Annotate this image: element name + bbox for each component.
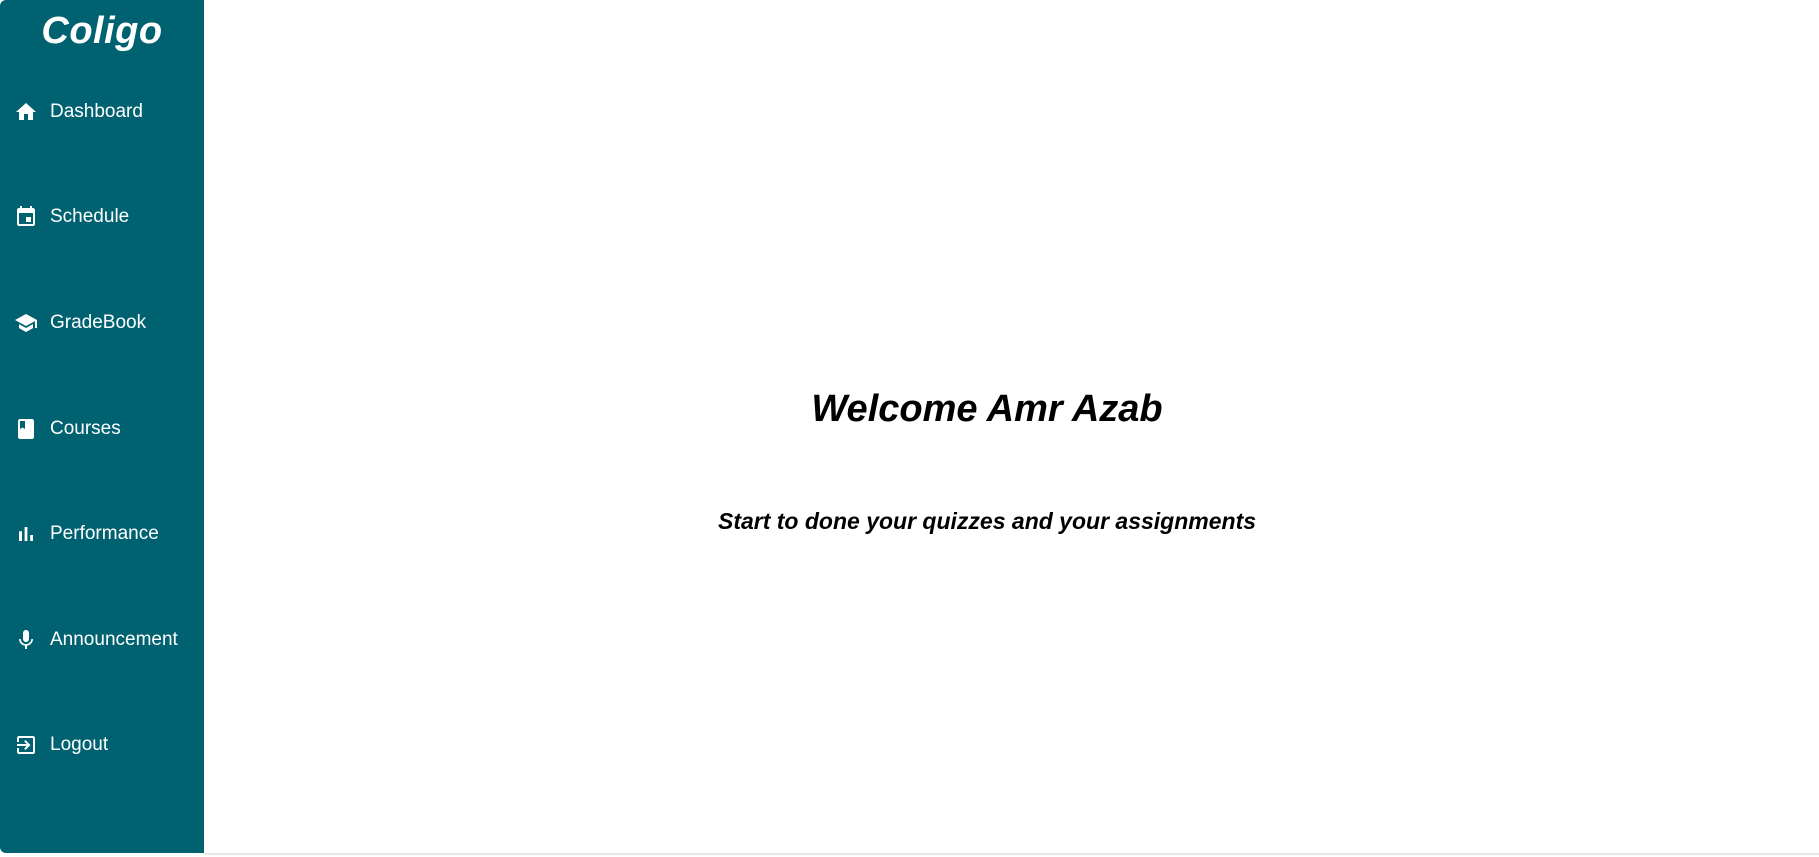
sidebar-item-announcement[interactable]: Announcement	[0, 620, 204, 660]
sidebar-item-logout[interactable]: Logout	[0, 725, 204, 765]
microphone-icon	[14, 628, 38, 652]
app-window: Coligo Dashboard Schedule GradeBook Cour…	[0, 0, 1819, 857]
logout-icon	[14, 733, 38, 757]
sidebar-item-schedule[interactable]: Schedule	[0, 197, 204, 237]
welcome-title: Welcome Amr Azab	[811, 388, 1163, 430]
graduation-cap-icon	[14, 311, 38, 335]
brand-logo[interactable]: Coligo	[0, 10, 204, 53]
bottom-divider	[204, 853, 1819, 855]
sidebar-item-label: Announcement	[50, 629, 178, 650]
home-icon	[14, 100, 38, 124]
sidebar-item-label: Logout	[50, 734, 109, 755]
sidebar-item-label: GradeBook	[50, 312, 147, 333]
calendar-icon	[14, 205, 38, 229]
sidebar-item-dashboard[interactable]: Dashboard	[0, 92, 204, 132]
main-content: Welcome Amr Azab Start to done your quiz…	[204, 0, 1819, 853]
sidebar-item-gradebook[interactable]: GradeBook	[0, 303, 204, 343]
sidebar-item-label: Dashboard	[50, 101, 143, 122]
sidebar-item-label: Schedule	[50, 206, 130, 227]
welcome-subtitle: Start to done your quizzes and your assi…	[717, 508, 1257, 534]
